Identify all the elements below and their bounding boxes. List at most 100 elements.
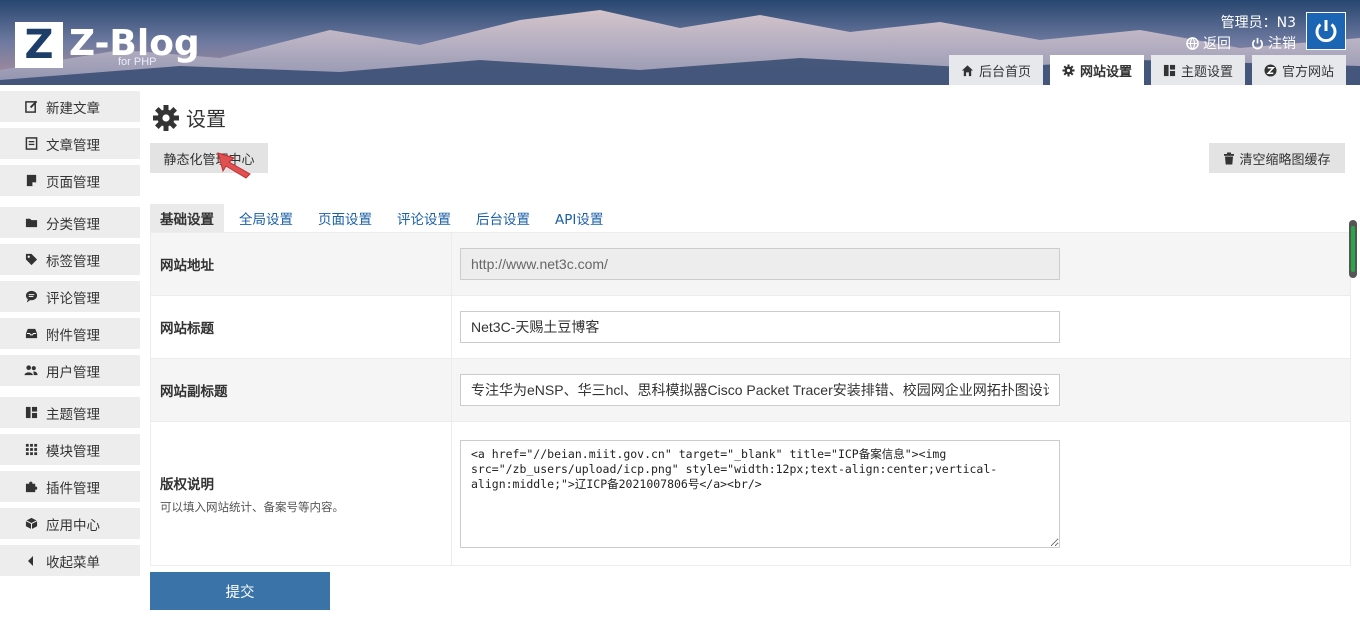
header: Z Z-Blog for PHP 管理员：N3 返回 注销 后台首页 网站设置 …	[0, 0, 1360, 85]
sidebar-item-label: 模块管理	[46, 443, 100, 460]
admin-name: 管理员：N3	[1220, 15, 1296, 31]
tab-dashboard[interactable]: 后台首页	[948, 55, 1043, 85]
sidebar-item-label: 标签管理	[46, 253, 100, 270]
zblog-icon	[1264, 63, 1277, 77]
caret-left-icon	[24, 554, 38, 568]
site-title-label: 网站标题	[151, 296, 452, 358]
layout-icon	[1163, 64, 1176, 76]
folder-icon	[24, 216, 38, 230]
layout-icon	[24, 406, 38, 420]
sidebar-item-label: 文章管理	[46, 137, 100, 154]
tab-theme-settings-label: 主题设置	[1180, 64, 1233, 80]
sidebar-item-article-manage[interactable]: 文章管理	[0, 128, 140, 159]
sidebar-item-label: 收起菜单	[46, 554, 100, 571]
gear-icon	[153, 104, 179, 131]
admin-links: 返回 注销	[1186, 33, 1296, 53]
copyright-hint: 可以填入网站统计、备案号等内容。	[160, 499, 344, 514]
sidebar-item-attachment-manage[interactable]: 附件管理	[0, 318, 140, 349]
trash-icon	[1224, 152, 1235, 164]
logo-letter: Z	[15, 22, 63, 68]
sidebar-item-label: 页面管理	[46, 174, 100, 191]
clear-thumbnail-cache-button[interactable]: 清空缩略图缓存	[1209, 143, 1345, 173]
tab-site-settings-label: 网站设置	[1079, 64, 1132, 80]
sidebar-item-label: 新建文章	[46, 100, 100, 117]
inbox-icon	[24, 327, 38, 341]
sidebar-item-comment-manage[interactable]: 评论管理	[0, 281, 140, 312]
tab-official-site-label: 官方网站	[1281, 64, 1334, 80]
site-url-input[interactable]	[460, 248, 1060, 280]
site-title-cell	[452, 296, 1350, 358]
sidebar-item-label: 分类管理	[46, 216, 100, 233]
back-link-label: 返回	[1203, 36, 1231, 52]
settings-tabs: 基础设置 全局设置 页面设置 评论设置 后台设置 API设置	[150, 204, 618, 232]
puzzle-icon	[24, 480, 38, 494]
power-button[interactable]	[1306, 12, 1346, 50]
sidebar-item-label: 主题管理	[46, 406, 100, 423]
tab-comment-settings[interactable]: 评论设置	[387, 204, 461, 232]
tab-page-settings[interactable]: 页面设置	[308, 204, 382, 232]
gear-icon	[1062, 63, 1075, 77]
logout-link[interactable]: 注销	[1251, 33, 1296, 53]
article-icon	[24, 137, 38, 151]
sidebar-item-theme-manage[interactable]: 主题管理	[0, 397, 140, 428]
sidebar-item-app-center[interactable]: 应用中心	[0, 508, 140, 539]
sidebar-item-new-article[interactable]: 新建文章	[0, 91, 140, 122]
sidebar-item-label: 应用中心	[46, 517, 100, 534]
site-subtitle-cell	[452, 359, 1350, 421]
site-subtitle-label: 网站副标题	[151, 359, 452, 421]
power-icon	[1315, 20, 1337, 43]
tab-official-site[interactable]: 官方网站	[1251, 55, 1346, 85]
sidebar-item-label: 用户管理	[46, 364, 100, 381]
power-icon	[1252, 37, 1263, 49]
sidebar-item-page-manage[interactable]: 页面管理	[0, 165, 140, 196]
sidebar-item-label: 附件管理	[46, 327, 100, 344]
tab-basic-settings[interactable]: 基础设置	[150, 204, 224, 232]
copyright-label: 版权说明	[160, 476, 214, 493]
settings-form: 网站地址 网站标题 网站副标题 版权说明 可以填入网站统计、备案号等内容。 <a…	[150, 232, 1351, 566]
sidebar-item-module-manage[interactable]: 模块管理	[0, 434, 140, 465]
site-title-input[interactable]	[460, 311, 1060, 343]
scrollbar-thumb[interactable]	[1351, 226, 1355, 272]
clear-thumbnail-cache-label: 清空缩略图缓存	[1239, 152, 1331, 168]
tab-site-settings[interactable]: 网站设置	[1049, 55, 1144, 85]
sidebar-item-collapse-menu[interactable]: 收起菜单	[0, 545, 140, 576]
sidebar-item-user-manage[interactable]: 用户管理	[0, 355, 140, 386]
tab-backend-settings[interactable]: 后台设置	[466, 204, 540, 232]
row-copyright: 版权说明 可以填入网站统计、备案号等内容。 <a href="//beian.m…	[151, 422, 1350, 565]
edit-icon	[24, 100, 38, 114]
tab-dashboard-label: 后台首页	[978, 64, 1031, 80]
top-nav-tabs: 后台首页 网站设置 主题设置 官方网站	[948, 55, 1346, 85]
globe-icon	[1186, 36, 1199, 50]
row-site-url: 网站地址	[151, 233, 1350, 296]
page-icon	[24, 174, 38, 188]
box-icon	[24, 517, 38, 531]
logout-link-label: 注销	[1268, 36, 1296, 52]
logo-subtitle: for PHP	[118, 56, 157, 68]
tab-api-settings[interactable]: API设置	[545, 204, 613, 232]
page-title-text: 设置	[186, 107, 226, 131]
copyright-label-cell: 版权说明 可以填入网站统计、备案号等内容。	[151, 422, 452, 565]
pointer-arrow-icon	[217, 152, 251, 179]
copyright-cell: <a href="//beian.miit.gov.cn" target="_b…	[452, 422, 1350, 565]
home-icon	[961, 64, 974, 76]
users-icon	[24, 364, 38, 378]
comment-icon	[24, 290, 38, 304]
row-site-title: 网站标题	[151, 296, 1350, 359]
copyright-textarea[interactable]: <a href="//beian.miit.gov.cn" target="_b…	[460, 439, 1060, 548]
grid-icon	[24, 443, 38, 457]
tag-icon	[24, 253, 38, 267]
sidebar-item-category-manage[interactable]: 分类管理	[0, 207, 140, 238]
zblog-logo[interactable]: Z Z-Blog	[15, 22, 200, 68]
sidebar-item-label: 评论管理	[46, 290, 100, 307]
row-site-subtitle: 网站副标题	[151, 359, 1350, 422]
tab-theme-settings[interactable]: 主题设置	[1150, 55, 1245, 85]
sidebar-item-plugin-manage[interactable]: 插件管理	[0, 471, 140, 502]
site-url-label: 网站地址	[151, 233, 452, 295]
page-title: 设置	[152, 103, 226, 132]
site-subtitle-input[interactable]	[460, 374, 1060, 406]
sidebar-item-label: 插件管理	[46, 480, 100, 497]
tab-global-settings[interactable]: 全局设置	[229, 204, 303, 232]
submit-button[interactable]: 提交	[150, 572, 330, 610]
sidebar-item-tag-manage[interactable]: 标签管理	[0, 244, 140, 275]
back-link[interactable]: 返回	[1186, 33, 1231, 53]
